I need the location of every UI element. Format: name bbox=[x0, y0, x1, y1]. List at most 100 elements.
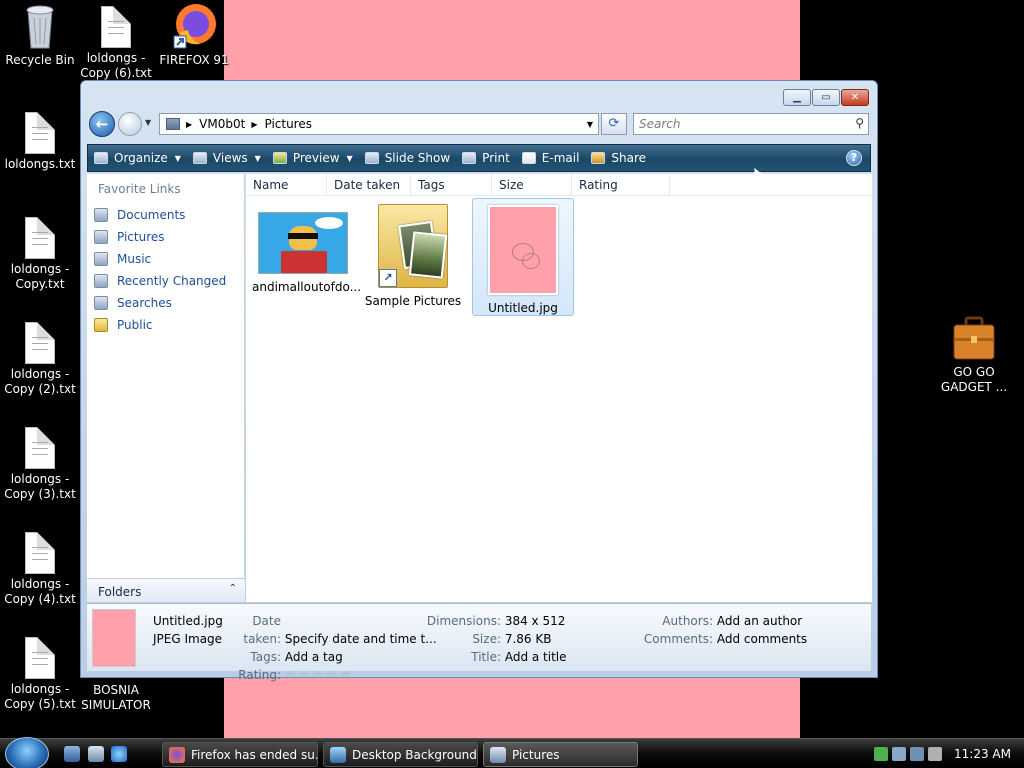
rating-stars[interactable]: ☆☆☆☆☆ bbox=[285, 668, 354, 682]
desktop-icon-label: loldongs - Copy (4).txt bbox=[4, 577, 76, 606]
chevron-down-icon: ▼ bbox=[174, 153, 181, 163]
slideshow-button[interactable]: Slide Show bbox=[364, 151, 451, 165]
favorite-link-documents[interactable]: Documents bbox=[87, 204, 244, 226]
image-thumbnail bbox=[488, 205, 558, 295]
taskbar-button-firefox[interactable]: Firefox has ended su... bbox=[162, 742, 318, 767]
users-icon[interactable] bbox=[892, 747, 906, 761]
desktop-icon-loldongs[interactable]: loldongs.txt bbox=[0, 112, 80, 172]
desktop-icon-firefox[interactable]: FIREFOX 91 bbox=[154, 2, 234, 68]
organize-button[interactable]: Organize ▼ bbox=[94, 151, 181, 165]
share-icon bbox=[591, 152, 606, 164]
favorite-link-label: Searches bbox=[117, 296, 172, 310]
desktop-icon-loldongs-copy-3[interactable]: loldongs - Copy (3).txt bbox=[0, 427, 80, 502]
tags-field[interactable]: Add a tag bbox=[285, 650, 343, 664]
desktop-icon-loldongs-copy[interactable]: loldongs - Copy.txt bbox=[0, 217, 80, 292]
chevron-right-icon: ▶ bbox=[251, 119, 258, 129]
desktop-icon-loldongs-copy-4[interactable]: loldongs - Copy (4).txt bbox=[0, 532, 80, 607]
help-icon: ? bbox=[850, 151, 858, 164]
show-desktop-icon[interactable] bbox=[64, 746, 80, 762]
forward-button[interactable] bbox=[118, 112, 142, 136]
maximize-icon: ▭ bbox=[821, 92, 831, 103]
favorite-link-pictures[interactable]: Pictures bbox=[87, 226, 244, 248]
email-icon bbox=[521, 152, 536, 164]
comments-field[interactable]: Add comments bbox=[717, 632, 807, 646]
share-button[interactable]: Share bbox=[591, 151, 646, 165]
authors-field[interactable]: Add an author bbox=[717, 614, 802, 628]
taskbar-button-pictures[interactable]: Pictures bbox=[483, 742, 638, 767]
favorite-link-music[interactable]: Music bbox=[87, 248, 244, 270]
favorite-link-label: Public bbox=[117, 318, 153, 332]
chevron-down-icon: ▼ bbox=[254, 153, 261, 163]
desktop-icon-go-go-gadget[interactable]: GO GO GADGET ... bbox=[934, 316, 1014, 395]
maximize-button[interactable]: ▭ bbox=[812, 89, 840, 106]
folders-label: Folders bbox=[98, 585, 142, 599]
clock[interactable]: 11:23 AM bbox=[954, 747, 1011, 761]
file-item[interactable]: andimalloutofdo... bbox=[252, 198, 361, 316]
file-list-pane[interactable]: Name Date taken Tags Size Rating andimal… bbox=[246, 174, 872, 602]
desktop-icon-loldongs-copy-6[interactable]: loldongs - Copy (6).txt bbox=[76, 6, 156, 81]
title-field[interactable]: Add a title bbox=[505, 650, 567, 664]
start-button[interactable] bbox=[5, 737, 49, 768]
column-label: Name bbox=[253, 178, 289, 192]
help-button[interactable]: ? bbox=[846, 150, 862, 166]
column-label: Date taken bbox=[334, 178, 401, 192]
preview-icon bbox=[272, 152, 287, 164]
desktop-icon-loldongs-copy-2[interactable]: loldongs - Copy (2).txt bbox=[0, 322, 80, 397]
chevron-down-icon[interactable]: ▼ bbox=[587, 120, 593, 129]
volume-muted-icon[interactable] bbox=[928, 747, 942, 761]
date-taken-field[interactable]: Specify date and time t... bbox=[285, 632, 437, 646]
share-label: Share bbox=[611, 151, 647, 165]
favorite-link-searches[interactable]: Searches bbox=[87, 292, 244, 314]
favorite-link-recently-changed[interactable]: Recently Changed bbox=[87, 270, 244, 292]
text-file-icon bbox=[25, 322, 55, 364]
print-label: Print bbox=[482, 151, 510, 165]
desktop-icon-label: FIREFOX 91 bbox=[159, 53, 229, 67]
preview-label: Preview bbox=[292, 151, 340, 165]
back-button[interactable]: ← bbox=[89, 111, 115, 137]
display-icon bbox=[330, 746, 346, 763]
close-button[interactable]: ✕ bbox=[841, 89, 869, 106]
refresh-button[interactable]: ⟳ bbox=[601, 113, 627, 135]
taskbar-button-label: Desktop Background bbox=[352, 747, 477, 762]
network-icon[interactable] bbox=[874, 747, 888, 761]
column-header-tags[interactable]: Tags bbox=[411, 174, 492, 195]
organize-label: Organize bbox=[114, 151, 168, 165]
desktop-icon-label: GO GO GADGET ... bbox=[940, 365, 1008, 394]
minimize-button[interactable]: ▁ bbox=[783, 89, 811, 106]
file-item[interactable]: ↗ Sample Pictures bbox=[362, 198, 464, 316]
organize-icon bbox=[94, 152, 108, 164]
details-label: Title: bbox=[471, 650, 501, 664]
slideshow-label: Slide Show bbox=[384, 151, 451, 165]
recent-pages-dropdown[interactable]: ▼ bbox=[145, 118, 151, 127]
desktop-icon-bosnia-simulator[interactable]: BOSNIA SIMULATOR bbox=[76, 683, 156, 713]
details-label: Tags: bbox=[250, 650, 281, 664]
file-item-selected[interactable]: Untitled.jpg bbox=[472, 198, 574, 316]
print-button[interactable]: Print bbox=[462, 151, 510, 165]
column-header-date-taken[interactable]: Date taken bbox=[327, 174, 411, 195]
preview-button[interactable]: Preview ▼ bbox=[272, 151, 353, 165]
text-file-icon bbox=[25, 427, 55, 469]
address-bar[interactable]: ▶ VM0b0t ▶ Pictures ▼ bbox=[159, 113, 599, 135]
internet-explorer-icon[interactable] bbox=[111, 746, 127, 762]
favorite-link-public[interactable]: Public bbox=[87, 314, 244, 336]
switch-windows-icon[interactable] bbox=[88, 746, 104, 762]
pictures-icon bbox=[94, 230, 108, 244]
text-file-icon bbox=[101, 6, 131, 48]
breadcrumb-item[interactable]: VM0b0t bbox=[199, 117, 245, 131]
breadcrumb-item[interactable]: Pictures bbox=[264, 117, 312, 131]
taskbar-button-desktop-background[interactable]: Desktop Background bbox=[323, 742, 478, 767]
taskbar-button-label: Firefox has ended su... bbox=[191, 747, 318, 762]
display-icon[interactable] bbox=[910, 747, 924, 761]
desktop-icon-recycle-bin[interactable]: Recycle Bin bbox=[0, 2, 80, 68]
column-header-size[interactable]: Size bbox=[492, 174, 572, 195]
column-header-rating[interactable]: Rating bbox=[572, 174, 670, 195]
folders-toggle[interactable]: Folders ⌃ bbox=[87, 578, 245, 602]
email-button[interactable]: E-mail bbox=[521, 151, 579, 165]
column-header-name[interactable]: Name bbox=[246, 174, 327, 195]
search-input[interactable]: Search ⚲ bbox=[633, 113, 869, 135]
search-icon[interactable]: ⚲ bbox=[855, 116, 864, 130]
views-button[interactable]: Views ▼ bbox=[192, 151, 261, 165]
search-placeholder: Search bbox=[639, 117, 681, 131]
desktop-icon-loldongs-copy-5[interactable]: loldongs - Copy (5).txt bbox=[0, 637, 80, 712]
firefox-icon bbox=[169, 746, 185, 763]
